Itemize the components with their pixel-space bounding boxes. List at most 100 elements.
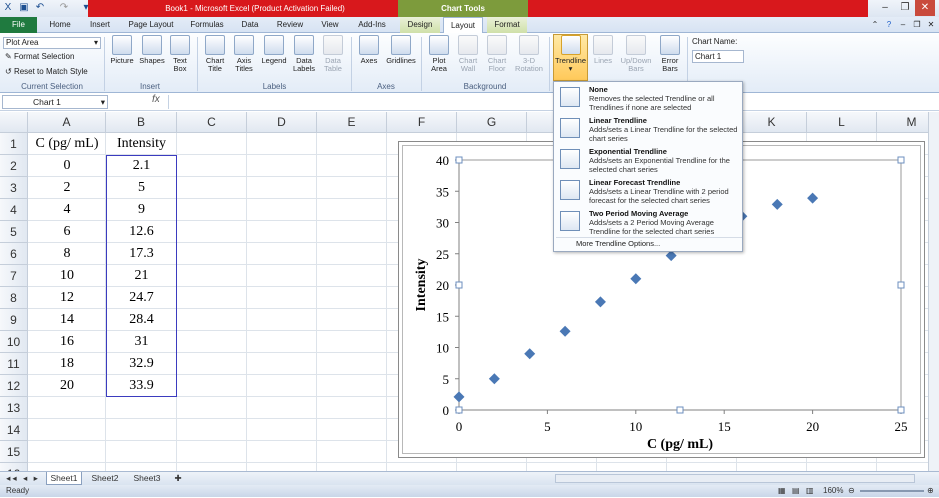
cell[interactable]: 2 — [28, 177, 106, 199]
horizontal-scrollbar[interactable] — [555, 474, 915, 483]
cell[interactable]: 12 — [28, 287, 106, 309]
tab-layout[interactable]: Layout — [443, 17, 483, 34]
sheet-tab-sheet1[interactable]: Sheet1 — [46, 472, 82, 485]
wb-close-icon[interactable]: ✕ — [924, 17, 938, 33]
tab-formulas[interactable]: Formulas — [184, 17, 230, 33]
3d-rotation-button[interactable]: 3-D Rotation — [512, 35, 546, 73]
data-point[interactable] — [524, 348, 536, 360]
plot-area-handle[interactable] — [455, 281, 463, 289]
zoom-in-icon[interactable]: ⊕ — [927, 485, 934, 497]
zoom-slider[interactable] — [860, 490, 924, 492]
cell[interactable]: 8 — [28, 243, 106, 265]
data-point[interactable] — [594, 296, 606, 308]
save-icon[interactable]: ▣ — [18, 2, 30, 14]
plot-area-handle[interactable] — [676, 406, 684, 414]
cell[interactable]: 6 — [28, 221, 106, 243]
menu-item-linear-forecast-trendline[interactable]: Linear Forecast Trendline Adds/sets a Lin… — [556, 177, 742, 208]
data-point[interactable] — [807, 192, 819, 204]
text-box-button[interactable]: Text Box — [168, 35, 192, 73]
column-header-b[interactable]: B — [106, 112, 177, 133]
tab-view[interactable]: View — [314, 17, 346, 33]
plot-area-handle[interactable] — [455, 156, 463, 164]
plot-area-button[interactable]: Plot Area — [425, 35, 453, 73]
more-trendline-options[interactable]: More Trendline Options... — [576, 239, 660, 248]
data-point[interactable] — [488, 373, 500, 385]
menu-item-none[interactable]: None Removes the selected Trendline or al… — [556, 84, 742, 115]
row-header[interactable]: 6 — [0, 243, 28, 265]
row-header[interactable]: 16 — [0, 463, 28, 471]
cell[interactable]: 20 — [28, 375, 106, 397]
column-header-l[interactable]: L — [807, 112, 877, 133]
row-header[interactable]: 10 — [0, 331, 28, 353]
chart-elements-dropdown[interactable]: Plot Area ▾ — [3, 37, 101, 49]
select-all-corner[interactable] — [0, 112, 28, 133]
row-header[interactable]: 11 — [0, 353, 28, 375]
row-header[interactable]: 4 — [0, 199, 28, 221]
cell[interactable]: 14 — [28, 309, 106, 331]
column-header-a[interactable]: A — [28, 112, 106, 133]
zoom-out-icon[interactable]: ⊖ — [848, 485, 855, 497]
plot-area-handle[interactable] — [897, 406, 905, 414]
cell[interactable]: 16 — [28, 331, 106, 353]
trendline-button[interactable]: Trendline ▾ — [553, 35, 588, 73]
cell[interactable]: 10 — [28, 265, 106, 287]
menu-item-linear-trendline[interactable]: Linear Trendline Adds/sets a Linear Trend… — [556, 115, 742, 146]
data-point[interactable] — [630, 273, 642, 285]
column-header-d[interactable]: D — [247, 112, 317, 133]
cell[interactable]: 4 — [28, 199, 106, 221]
redo-icon[interactable]: ↷ — [58, 2, 70, 14]
sheet-nav-arrows-icon[interactable]: ◂◂ ◂ ▸ ▸▸ — [3, 472, 43, 496]
plot-area-handle[interactable] — [455, 406, 463, 414]
data-labels-button[interactable]: Data Labels — [290, 35, 318, 73]
tab-add-ins[interactable]: Add-Ins — [350, 17, 394, 33]
data-point[interactable] — [453, 391, 465, 403]
insert-sheet-icon[interactable]: ✚ — [170, 472, 186, 485]
column-header-f[interactable]: F — [387, 112, 457, 133]
tab-design[interactable]: Design — [400, 17, 440, 33]
row-header[interactable]: 15 — [0, 441, 28, 463]
legend-button[interactable]: Legend — [259, 35, 289, 65]
gridlines-button[interactable]: Gridlines — [384, 35, 418, 65]
row-header[interactable]: 12 — [0, 375, 28, 397]
row-header[interactable]: 2 — [0, 155, 28, 177]
formula-input[interactable] — [168, 95, 936, 109]
tab-insert[interactable]: Insert — [82, 17, 118, 33]
column-header-m[interactable]: M — [877, 112, 928, 133]
column-header-c[interactable]: C — [177, 112, 247, 133]
cell[interactable]: 0 — [28, 155, 106, 177]
plot-area-handle[interactable] — [897, 156, 905, 164]
zoom-level[interactable]: 160% — [823, 485, 843, 497]
axis-titles-button[interactable]: Axis Titles — [230, 35, 258, 73]
view-normal-icon[interactable]: ▦ — [778, 485, 786, 497]
row-header[interactable]: 3 — [0, 177, 28, 199]
row-header[interactable]: 1 — [0, 133, 28, 155]
close-button[interactable]: ✕ — [915, 0, 935, 16]
ribbon-minimize-icon[interactable]: ⌃ — [868, 17, 882, 33]
restore-button[interactable]: ❐ — [895, 0, 915, 16]
sheet-tab-sheet2[interactable]: Sheet2 — [86, 472, 124, 485]
chart-wall-button[interactable]: Chart Wall — [454, 35, 482, 73]
chart-title-button[interactable]: Chart Title — [201, 35, 229, 73]
row-header[interactable]: 13 — [0, 397, 28, 419]
sheet-tab-sheet3[interactable]: Sheet3 — [128, 472, 166, 485]
minimize-button[interactable]: – — [875, 0, 895, 16]
tab-review[interactable]: Review — [270, 17, 310, 33]
up-down-bars-button[interactable]: Up/Down Bars — [618, 35, 654, 73]
tab-data[interactable]: Data — [234, 17, 266, 33]
plot-area-handle[interactable] — [897, 281, 905, 289]
tab-file[interactable]: File — [0, 17, 37, 33]
row-header[interactable]: 14 — [0, 419, 28, 441]
lines-button[interactable]: Lines — [590, 35, 616, 65]
row-header[interactable]: 8 — [0, 287, 28, 309]
menu-item-two-period-moving-average[interactable]: Two Period Moving Average Adds/sets a 2 P… — [556, 208, 742, 239]
excel-icon[interactable]: X — [2, 2, 14, 14]
row-header[interactable]: 9 — [0, 309, 28, 331]
undo-icon[interactable]: ↶ — [34, 2, 46, 14]
menu-item-exponential-trendline[interactable]: Exponential Trendline Adds/sets an Expone… — [556, 146, 742, 177]
wb-minimize-icon[interactable]: – — [896, 17, 910, 33]
wb-restore-icon[interactable]: ❐ — [910, 17, 924, 33]
chart-floor-button[interactable]: Chart Floor — [483, 35, 511, 73]
column-header-g[interactable]: G — [457, 112, 527, 133]
data-table-button[interactable]: Data Table — [319, 35, 347, 73]
help-icon[interactable]: ? — [882, 17, 896, 33]
